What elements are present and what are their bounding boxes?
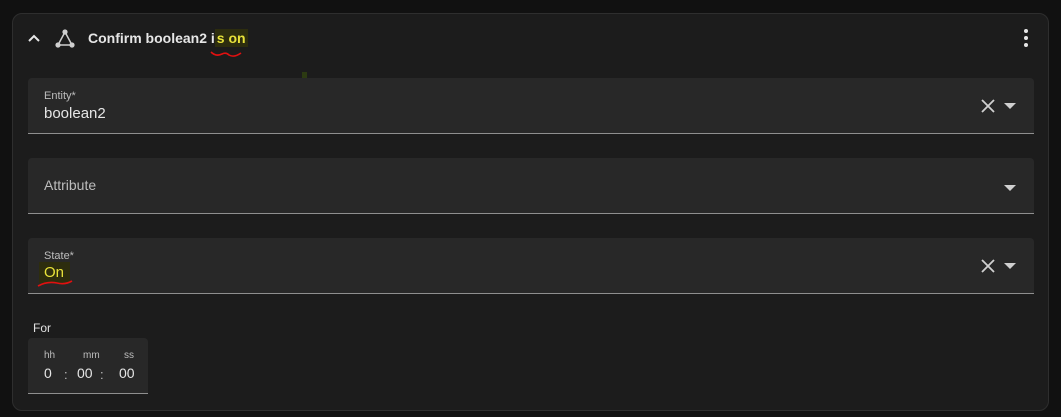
- title-highlight: s on: [214, 29, 248, 47]
- red-underline-annotation: [37, 280, 73, 287]
- graph-node-icon: [55, 29, 75, 48]
- minutes-input[interactable]: 00: [77, 365, 93, 381]
- card-title: Confirm boolean2 is on: [88, 29, 248, 47]
- entity-value[interactable]: boolean2: [44, 105, 106, 122]
- chevron-up-icon[interactable]: [24, 28, 44, 48]
- seconds-unit: ss: [124, 350, 134, 361]
- minutes-unit: mm: [83, 350, 100, 361]
- entity-field[interactable]: Entity* boolean2: [28, 78, 1034, 134]
- chevron-down-icon[interactable]: [1004, 185, 1016, 192]
- close-icon[interactable]: [980, 98, 996, 114]
- state-field[interactable]: State* On: [28, 238, 1034, 294]
- chevron-down-icon[interactable]: [1004, 263, 1016, 270]
- time-separator: :: [64, 367, 68, 382]
- condition-card: Confirm boolean2 is on Entity* boolean2 …: [12, 13, 1049, 411]
- hours-input[interactable]: 0: [44, 365, 52, 381]
- duration-label: For: [33, 321, 51, 335]
- attribute-field[interactable]: Attribute: [28, 158, 1034, 214]
- seconds-input[interactable]: 00: [119, 365, 135, 381]
- card-header[interactable]: Confirm boolean2 is on: [13, 14, 1048, 64]
- red-underline-annotation: [210, 51, 242, 57]
- hours-unit: hh: [44, 350, 56, 361]
- close-icon[interactable]: [980, 258, 996, 274]
- attribute-label: Attribute: [44, 177, 97, 193]
- dots-vertical-icon[interactable]: [1016, 27, 1036, 49]
- entity-label: Entity*: [44, 90, 76, 102]
- chevron-down-icon[interactable]: [1004, 103, 1016, 110]
- title-text: Confirm boolean2 i: [88, 30, 215, 46]
- state-label: State*: [44, 250, 74, 262]
- time-separator: :: [100, 367, 104, 382]
- duration-input[interactable]: hh mm ss 0 : 00 : 00: [28, 338, 148, 394]
